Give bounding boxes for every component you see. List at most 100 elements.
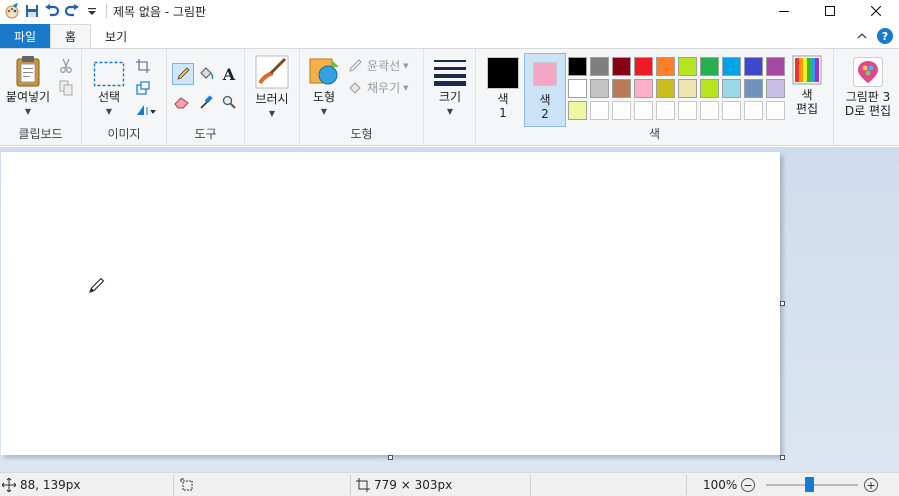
color1-button[interactable]: 색1	[482, 53, 524, 127]
palette-swatch[interactable]	[700, 57, 719, 76]
palette-swatch[interactable]	[744, 79, 763, 98]
edit-colors-line2: 편집	[795, 102, 819, 116]
palette-swatch[interactable]	[722, 57, 741, 76]
outline-button[interactable]: 윤곽선 ▼	[348, 57, 409, 74]
image-group: 선택 ▼ 이미지	[82, 49, 167, 145]
palette-swatch[interactable]	[568, 101, 587, 120]
drawing-canvas[interactable]	[1, 152, 780, 455]
clipboard-icon	[16, 56, 40, 87]
palette-swatch[interactable]	[766, 101, 785, 120]
size-button[interactable]: 크기 ▼	[432, 57, 468, 116]
palette-swatch[interactable]	[590, 79, 609, 98]
palette-swatch[interactable]	[766, 57, 785, 76]
chevron-down-icon: ▼	[320, 107, 328, 116]
magnifier-icon[interactable]	[220, 93, 238, 111]
palette-swatch[interactable]	[634, 57, 653, 76]
chevron-down-icon: ▼	[105, 107, 113, 116]
minimize-button[interactable]	[761, 0, 807, 22]
shapes-button[interactable]: 도형 ▼	[306, 57, 342, 116]
palette-swatch[interactable]	[678, 79, 697, 98]
resize-handle-bottom[interactable]	[388, 455, 393, 460]
palette-swatch[interactable]	[656, 57, 675, 76]
resize-handle-right[interactable]	[780, 301, 785, 306]
color2-label-line1: 색	[539, 93, 551, 107]
undo-icon[interactable]	[42, 1, 62, 21]
tab-view[interactable]: 보기	[91, 24, 141, 48]
status-divider	[530, 475, 531, 495]
palette-swatch[interactable]	[634, 101, 653, 120]
palette-swatch[interactable]	[612, 57, 631, 76]
status-divider	[686, 475, 687, 495]
pencil-icon[interactable]	[172, 63, 194, 85]
palette-swatch[interactable]	[722, 101, 741, 120]
canvas-workspace[interactable]	[0, 147, 899, 472]
image-group-label: 이미지	[107, 127, 141, 141]
palette-swatch[interactable]	[568, 57, 587, 76]
paste-label: 붙여넣기	[5, 90, 51, 104]
paint-app-icon[interactable]	[2, 1, 22, 21]
zoom-in-button[interactable]: +	[864, 478, 878, 492]
chevron-down-icon: ▼	[403, 83, 409, 92]
resize-handle-corner[interactable]	[780, 455, 785, 460]
palette-swatch[interactable]	[700, 101, 719, 120]
select-rectangle-icon	[93, 61, 125, 87]
canvas-size-text: 779 × 303px	[374, 478, 453, 492]
palette-swatch[interactable]	[656, 101, 675, 120]
cut-icon[interactable]	[57, 57, 75, 75]
color1-swatch	[487, 57, 519, 89]
fill-bucket-icon[interactable]	[197, 65, 215, 83]
fill-button[interactable]: 채우기 ▼	[348, 79, 409, 96]
help-icon[interactable]: ?	[877, 28, 893, 44]
text-tool-icon[interactable]: A	[220, 65, 238, 84]
canvas-size-icon	[356, 478, 370, 492]
palette-swatch[interactable]	[568, 79, 587, 98]
palette-swatch[interactable]	[722, 79, 741, 98]
outline-icon	[349, 58, 362, 72]
edit-colors-line1: 색	[801, 88, 813, 102]
palette-swatch[interactable]	[612, 101, 631, 120]
palette-swatch[interactable]	[590, 57, 609, 76]
color2-button[interactable]: 색2	[524, 53, 566, 127]
palette-swatch[interactable]	[678, 101, 697, 120]
copy-icon[interactable]	[57, 79, 75, 97]
selection-size	[180, 473, 194, 496]
rotate-icon[interactable]	[134, 101, 158, 119]
paint3d-label-line2: D로 편집	[844, 104, 892, 118]
zoom-slider-thumb[interactable]	[805, 477, 814, 492]
palette-swatch[interactable]	[634, 79, 653, 98]
select-button[interactable]: 선택 ▼	[90, 61, 128, 116]
close-button[interactable]	[853, 0, 899, 22]
brushes-button[interactable]: 브러시 ▼	[250, 55, 294, 118]
collapse-ribbon-icon[interactable]	[857, 29, 867, 43]
save-icon[interactable]	[22, 1, 42, 21]
edit-colors-button[interactable]: 색 편집	[788, 55, 826, 116]
palette-swatch[interactable]	[678, 57, 697, 76]
chevron-down-icon: ▼	[403, 61, 409, 70]
fill-icon	[349, 81, 361, 94]
resize-icon[interactable]	[134, 79, 152, 97]
crop-icon[interactable]	[134, 57, 152, 75]
pencil-cursor-icon	[89, 277, 105, 296]
cursor-position-icon	[2, 478, 16, 492]
paint3d-group: 그림판 3 D로 편집	[834, 49, 899, 145]
palette-swatch[interactable]	[612, 79, 631, 98]
brush-icon	[255, 55, 289, 89]
color-picker-icon[interactable]	[197, 93, 215, 111]
palette-swatch[interactable]	[700, 79, 719, 98]
redo-icon[interactable]	[62, 1, 82, 21]
eraser-icon[interactable]	[173, 93, 191, 111]
palette-swatch[interactable]	[744, 57, 763, 76]
palette-swatch[interactable]	[744, 101, 763, 120]
palette-swatch[interactable]	[590, 101, 609, 120]
palette-swatch[interactable]	[656, 79, 675, 98]
palette-swatch[interactable]	[766, 79, 785, 98]
zoom-out-button[interactable]: −	[741, 478, 755, 492]
tab-home[interactable]: 홈	[50, 24, 92, 48]
tab-file[interactable]: 파일	[0, 24, 50, 48]
customize-toolbar-icon[interactable]	[82, 1, 102, 21]
maximize-button[interactable]	[807, 0, 853, 22]
clipboard-group-label: 클립보드	[18, 127, 63, 141]
paste-button[interactable]: 붙여넣기 ▼	[4, 55, 52, 116]
ribbon-tabs: 파일 홈 보기 ?	[0, 24, 899, 48]
edit-with-paint3d-button[interactable]: 그림판 3 D로 편집	[838, 57, 898, 118]
